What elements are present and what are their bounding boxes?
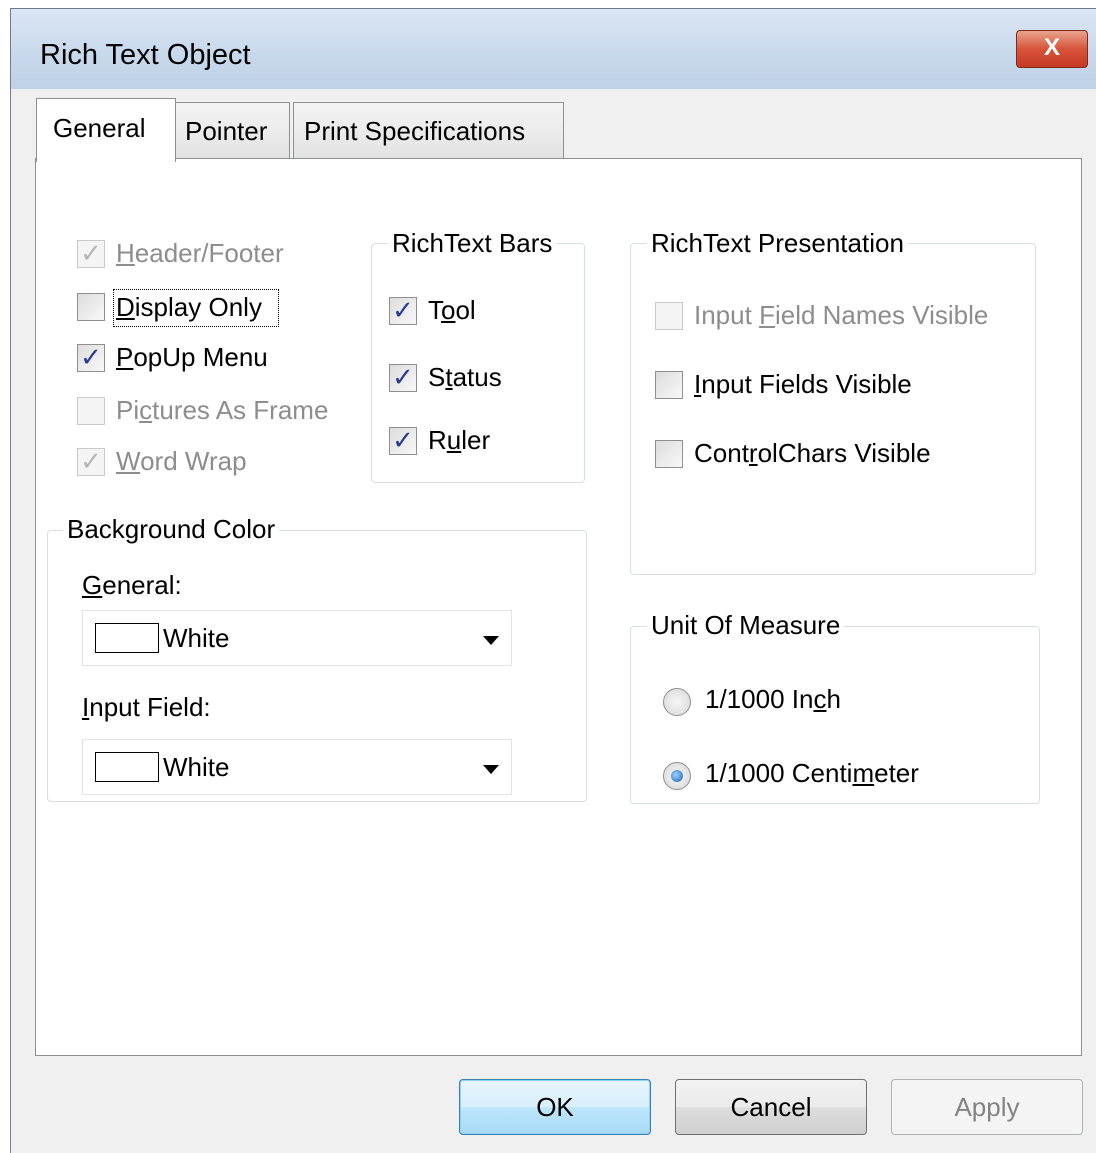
input-field-names-visible-checkbox[interactable] bbox=[655, 302, 683, 330]
status-checkbox[interactable]: ✓ bbox=[389, 364, 417, 392]
check-mark-icon: ✓ bbox=[392, 362, 414, 392]
pictures-as-frame-checkbox[interactable] bbox=[77, 397, 105, 425]
cancel-button[interactable]: Cancel bbox=[675, 1079, 867, 1135]
apply-button[interactable]: Apply bbox=[891, 1079, 1083, 1135]
chevron-down-icon[interactable] bbox=[483, 765, 499, 774]
input-field-names-visible-label: Input Field Names Visible bbox=[694, 300, 989, 330]
tab-label: Print Specifications bbox=[304, 116, 526, 146]
word-wrap-checkbox[interactable]: ✓ bbox=[77, 448, 105, 476]
centimeter-label: 1/1000 Centimeter bbox=[705, 758, 919, 788]
tab-label: Pointer bbox=[185, 116, 268, 146]
input-field-color-value: White bbox=[163, 752, 230, 782]
color-swatch bbox=[95, 623, 159, 653]
tab-pointer[interactable]: Pointer bbox=[174, 102, 290, 158]
color-swatch bbox=[95, 752, 159, 782]
ruler-checkbox[interactable]: ✓ bbox=[389, 427, 417, 455]
close-button[interactable]: X bbox=[1016, 30, 1088, 68]
general-color-label: General: bbox=[82, 570, 182, 600]
popup-menu-checkbox[interactable]: ✓ bbox=[77, 344, 105, 372]
check-mark-icon: ✓ bbox=[80, 238, 102, 268]
header-footer-label: Header/Footer bbox=[116, 238, 284, 268]
general-color-value: White bbox=[163, 623, 230, 653]
inch-radio[interactable] bbox=[663, 688, 691, 716]
input-fields-visible-label: Input Fields Visible bbox=[694, 369, 912, 399]
display-only-label: Display Only bbox=[116, 292, 262, 322]
chevron-down-icon[interactable] bbox=[483, 636, 499, 645]
tab-print-specifications[interactable]: Print Specifications bbox=[293, 102, 564, 158]
tool-checkbox[interactable]: ✓ bbox=[389, 297, 417, 325]
check-mark-icon: ✓ bbox=[392, 295, 414, 325]
tab-general[interactable]: General bbox=[36, 98, 176, 162]
inch-label: 1/1000 Inch bbox=[705, 684, 841, 714]
general-color-dropdown[interactable]: White bbox=[82, 610, 512, 666]
status-label: Status bbox=[428, 362, 502, 392]
check-mark-icon: ✓ bbox=[80, 446, 102, 476]
window-title: Rich Text Object bbox=[40, 39, 251, 71]
radio-selected-dot bbox=[671, 770, 683, 782]
title-bar[interactable]: Rich Text Object bbox=[11, 9, 1096, 89]
richtext-presentation-title: RichText Presentation bbox=[647, 228, 908, 259]
background-color-title: Background Color bbox=[63, 514, 280, 545]
word-wrap-label: Word Wrap bbox=[116, 446, 247, 476]
tab-label: General bbox=[53, 113, 146, 143]
tool-label: Tool bbox=[428, 295, 476, 325]
input-fields-visible-checkbox[interactable] bbox=[655, 371, 683, 399]
ruler-label: Ruler bbox=[428, 425, 491, 455]
input-field-color-label: Input Field: bbox=[82, 692, 211, 722]
check-mark-icon: ✓ bbox=[80, 342, 102, 372]
display-only-checkbox[interactable] bbox=[77, 293, 105, 321]
pictures-as-frame-label: Pictures As Frame bbox=[116, 395, 329, 425]
unit-of-measure-title: Unit Of Measure bbox=[647, 610, 845, 641]
check-mark-icon: ✓ bbox=[392, 425, 414, 455]
controlchars-visible-checkbox[interactable] bbox=[655, 440, 683, 468]
popup-menu-label: PopUp Menu bbox=[116, 342, 268, 372]
richtext-presentation-group bbox=[630, 243, 1036, 575]
centimeter-radio[interactable] bbox=[663, 762, 691, 790]
input-field-color-dropdown[interactable]: White bbox=[82, 739, 512, 795]
controlchars-visible-label: ControlChars Visible bbox=[694, 438, 931, 468]
close-icon: X bbox=[1043, 34, 1060, 61]
ok-button[interactable]: OK bbox=[459, 1079, 651, 1135]
header-footer-checkbox[interactable]: ✓ bbox=[77, 240, 105, 268]
richtext-bars-title: RichText Bars bbox=[388, 228, 557, 259]
